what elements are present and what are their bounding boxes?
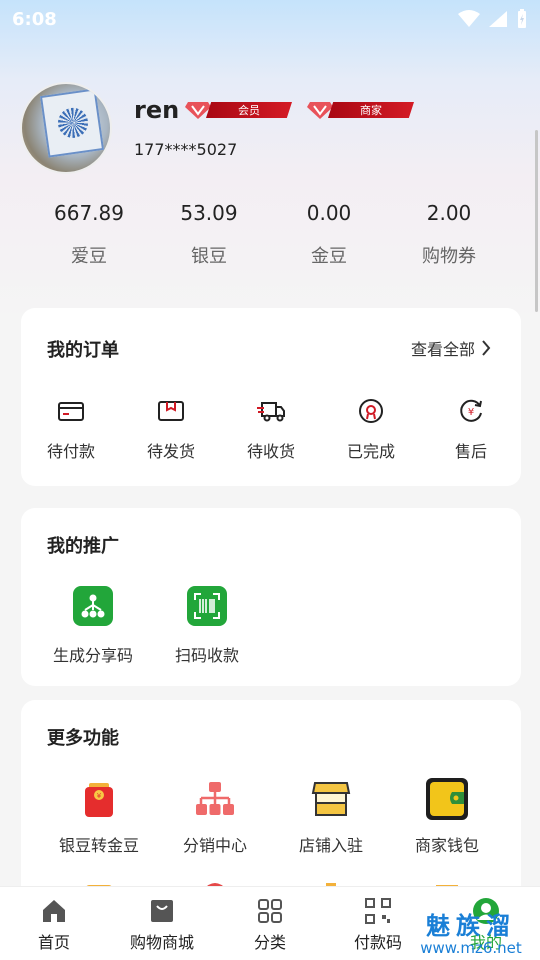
scrollbar[interactable] [535, 130, 538, 312]
battery-icon [518, 9, 526, 28]
order-label: 待收货 [246, 442, 295, 461]
status-bar: 6:08 [0, 0, 540, 38]
func-label: 商家钱包 [414, 836, 479, 855]
order-label: 待付款 [46, 442, 95, 461]
wifi-icon [458, 10, 480, 27]
shop-registration-button[interactable]: 店铺入驻 [273, 776, 389, 856]
balance-stats: 667.89 爱豆 53.09 银豆 0.00 金豆 2.00 购物券 [0, 198, 540, 278]
profile-header: ren 会员 商家 177****5027 [20, 82, 520, 178]
stat-label: 银豆 [191, 246, 227, 267]
member-badge-label: 会员 [206, 102, 292, 118]
box-icon [158, 401, 184, 421]
svg-text:¥: ¥ [468, 407, 474, 418]
order-pending-payment[interactable]: 待付款 [21, 398, 121, 462]
stat-value: 0.00 [306, 201, 352, 225]
chevron-right-icon [482, 340, 491, 356]
org-chart-icon [196, 782, 234, 815]
member-badge: 会员 [184, 100, 292, 120]
order-label: 售后 [454, 442, 487, 461]
phone-number: 177****5027 [134, 140, 238, 159]
merchant-wallet-button[interactable]: 商家钱包 [389, 776, 505, 856]
orders-title: 我的订单 [47, 340, 119, 361]
merchant-badge: 商家 [306, 100, 414, 120]
promotion-row: 生成分享码 扫码收款 [51, 586, 249, 666]
stat-jindou[interactable]: 0.00 金豆 [269, 198, 389, 278]
tab-shopping-mall[interactable]: 购物商城 [108, 887, 216, 960]
avatar-qr-card [39, 88, 105, 158]
watermark-top: 魅族溜 [426, 912, 516, 940]
refund-icon: ¥ [460, 399, 482, 422]
promotion-title: 我的推广 [47, 536, 119, 557]
tab-home[interactable]: 首页 [0, 887, 108, 960]
order-pending-shipment[interactable]: 待发货 [121, 398, 221, 462]
home-icon [43, 900, 65, 922]
generate-share-code-button[interactable]: 生成分享码 [51, 586, 135, 666]
tab-label: 分类 [253, 933, 286, 952]
order-label: 待发货 [146, 442, 195, 461]
order-label: 已完成 [346, 442, 395, 461]
view-all-label: 查看全部 [410, 340, 475, 359]
order-after-sales[interactable]: ¥ 售后 [421, 398, 521, 462]
stat-value: 2.00 [426, 201, 472, 225]
order-completed[interactable]: 已完成 [321, 398, 421, 462]
watermark: 魅族溜 www.mz6.net [402, 912, 540, 960]
view-all-orders-link[interactable]: 查看全部 [411, 336, 491, 360]
avatar[interactable] [20, 82, 112, 174]
stat-yindou[interactable]: 53.09 银豆 [149, 198, 269, 278]
functions-row: ¥ 银豆转金豆 分销中心 店铺入驻 商家钱包 [41, 776, 505, 856]
watermark-url: www.mz6.net [420, 939, 522, 957]
promo-label: 生成分享码 [52, 646, 133, 665]
promotion-card: 我的推广 生成分享码 扫码收款 [21, 508, 521, 686]
truck-icon [257, 402, 285, 422]
order-pending-receipt[interactable]: 待收货 [221, 398, 321, 462]
stat-value: 53.09 [180, 201, 238, 225]
shopping-bag-icon [151, 900, 173, 922]
status-time: 6:08 [12, 8, 57, 30]
tab-label: 首页 [37, 933, 70, 952]
tab-category[interactable]: 分类 [216, 887, 324, 960]
wallet-icon [58, 402, 84, 421]
tab-label: 购物商城 [129, 933, 194, 952]
shop-icon [311, 782, 351, 816]
func-label: 店铺入驻 [298, 836, 363, 855]
stat-aidou[interactable]: 667.89 爱豆 [29, 198, 149, 278]
barcode-scan-icon [194, 593, 220, 619]
share-tree-icon [81, 594, 105, 618]
red-envelope-icon: ¥ [85, 783, 113, 817]
stat-label: 爱豆 [71, 246, 107, 267]
silver-to-gold-button[interactable]: ¥ 银豆转金豆 [41, 776, 157, 856]
stat-label: 金豆 [311, 246, 347, 267]
stat-coupon[interactable]: 2.00 购物券 [389, 198, 509, 278]
order-status-row: 待付款 待发货 待收货 已完成 ¥ 售后 [21, 398, 521, 462]
distribution-center-button[interactable]: 分销中心 [157, 776, 273, 856]
func-label: 分销中心 [182, 836, 247, 855]
signal-icon [489, 11, 507, 27]
grid-icon [258, 899, 282, 923]
stat-label: 购物券 [422, 246, 476, 267]
merchant-badge-label: 商家 [328, 102, 414, 118]
orders-card: 我的订单 查看全部 待付款 待发货 待收货 已完成 ¥ 售后 [21, 308, 521, 486]
svg-text:¥: ¥ [97, 792, 102, 800]
username: ren [134, 96, 180, 124]
barcode-icon [365, 898, 391, 924]
scan-to-receive-button[interactable]: 扫码收款 [165, 586, 249, 666]
stat-value: 667.89 [54, 201, 124, 225]
status-icons [458, 9, 528, 29]
more-functions-title: 更多功能 [47, 728, 119, 749]
promo-label: 扫码收款 [174, 646, 239, 665]
func-label: 银豆转金豆 [58, 836, 139, 855]
yellow-wallet-icon [426, 778, 468, 820]
done-icon [359, 399, 383, 423]
